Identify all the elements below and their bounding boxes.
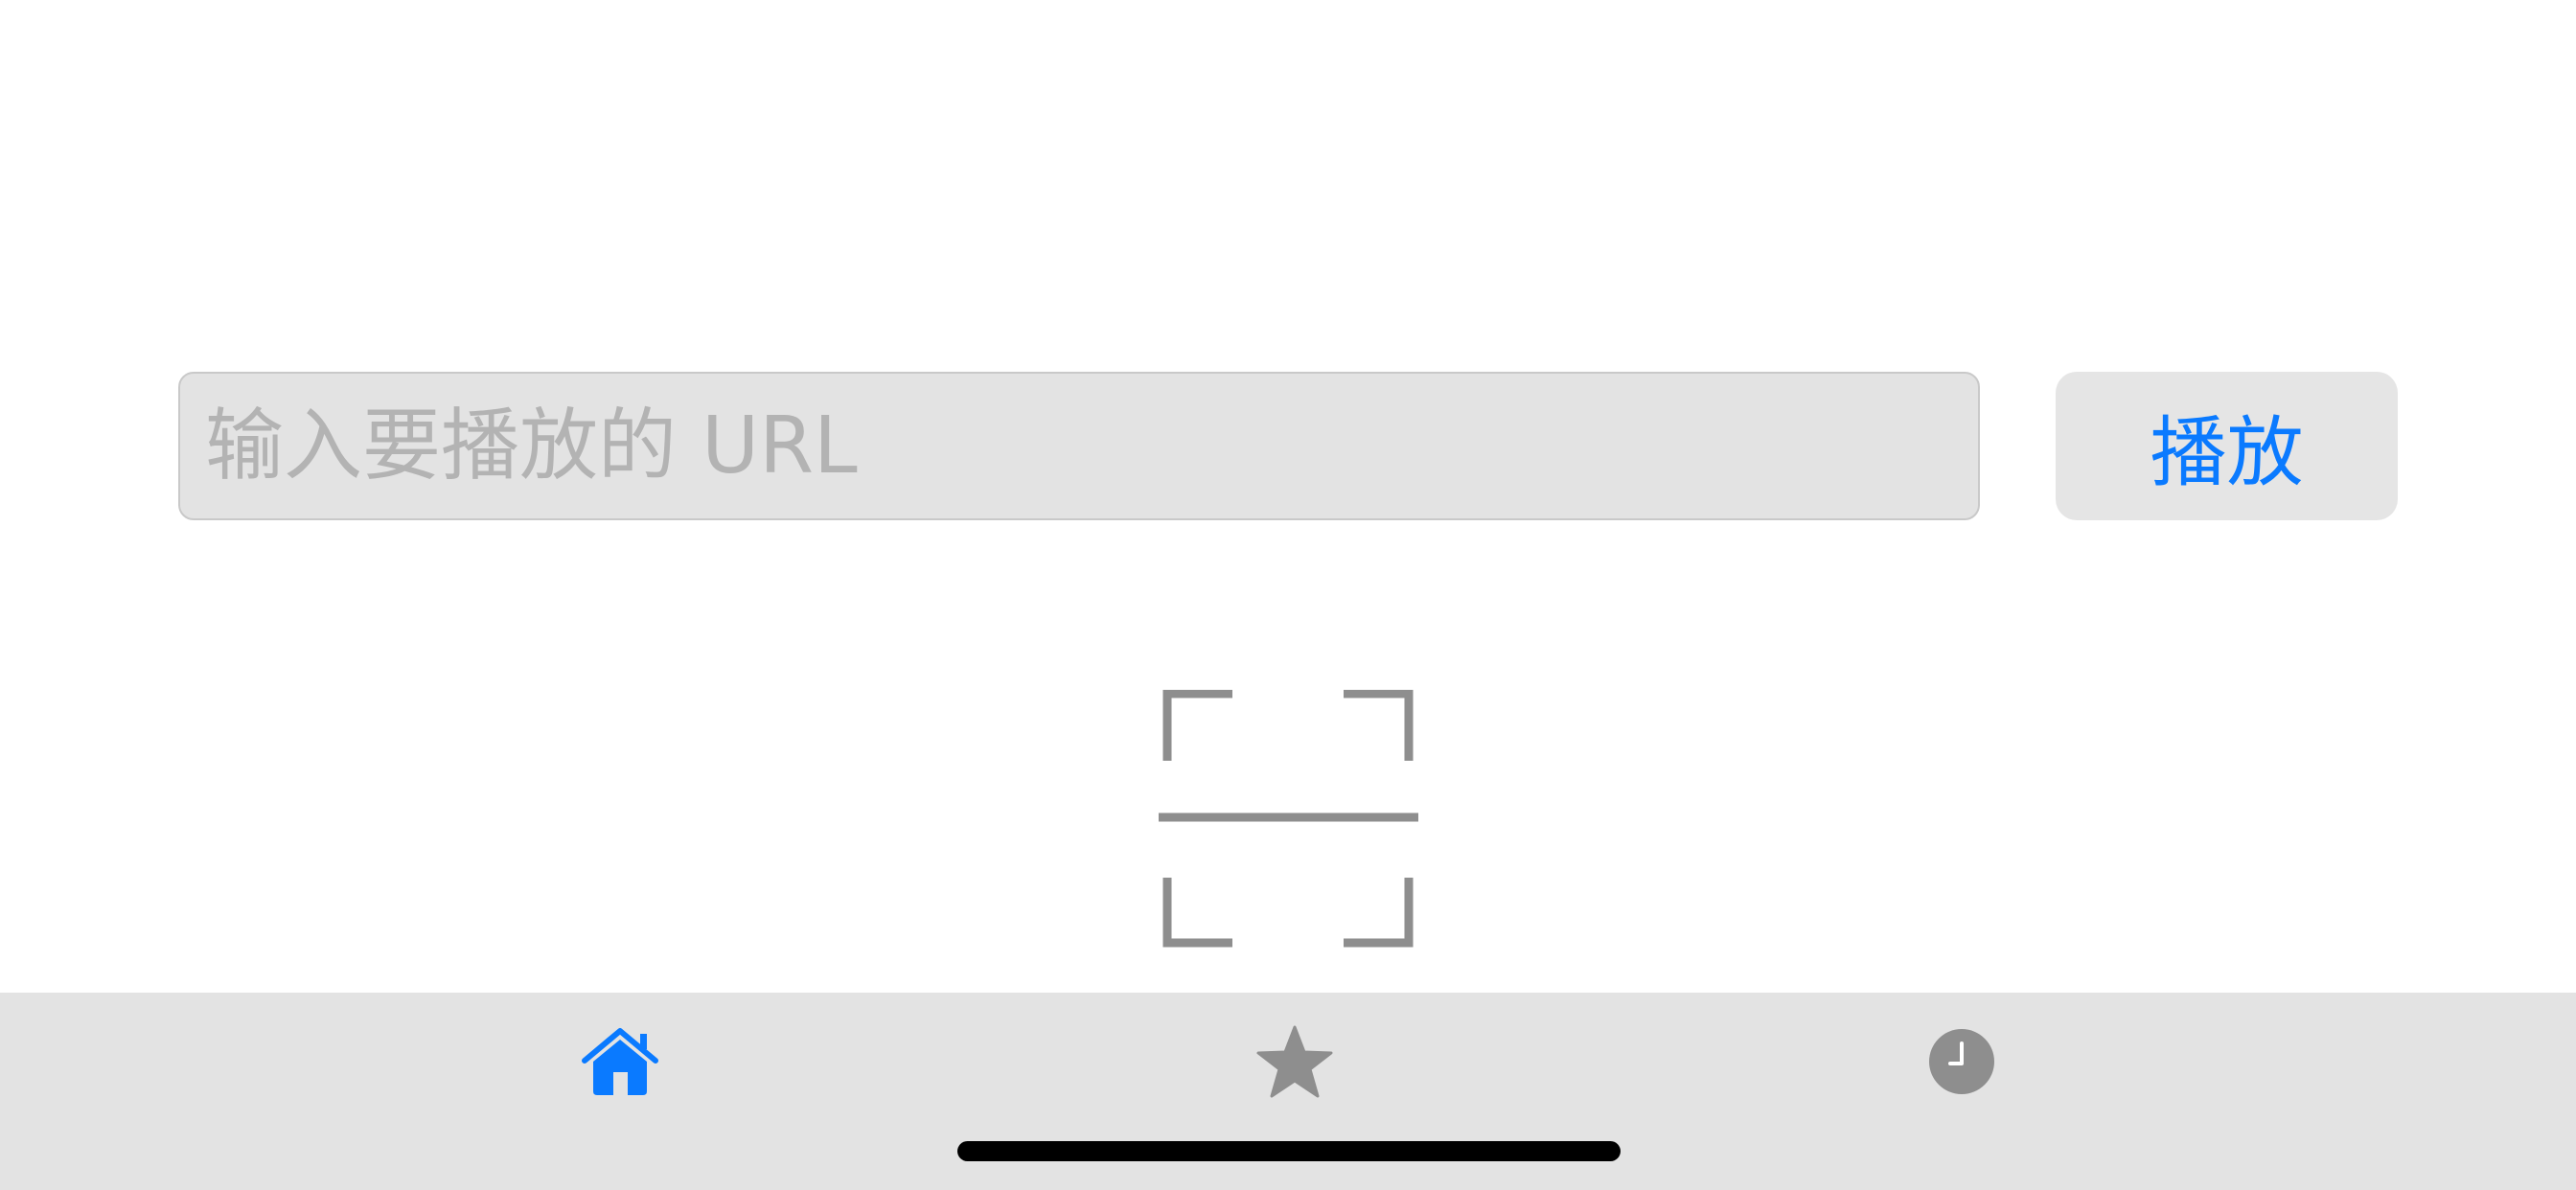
tab-favorites[interactable] <box>1199 1016 1391 1111</box>
home-indicator[interactable] <box>957 1141 1621 1161</box>
home-icon <box>581 1026 659 1101</box>
tab-home[interactable] <box>524 1016 716 1111</box>
screen: 播放 <box>0 0 2576 1190</box>
qr-scan-icon[interactable] <box>1156 689 1420 950</box>
star-icon <box>1256 1025 1333 1102</box>
url-input[interactable] <box>178 372 1980 520</box>
play-button[interactable]: 播放 <box>2056 372 2398 520</box>
tab-history[interactable] <box>1866 1016 2058 1111</box>
clock-icon <box>1927 1027 1996 1100</box>
